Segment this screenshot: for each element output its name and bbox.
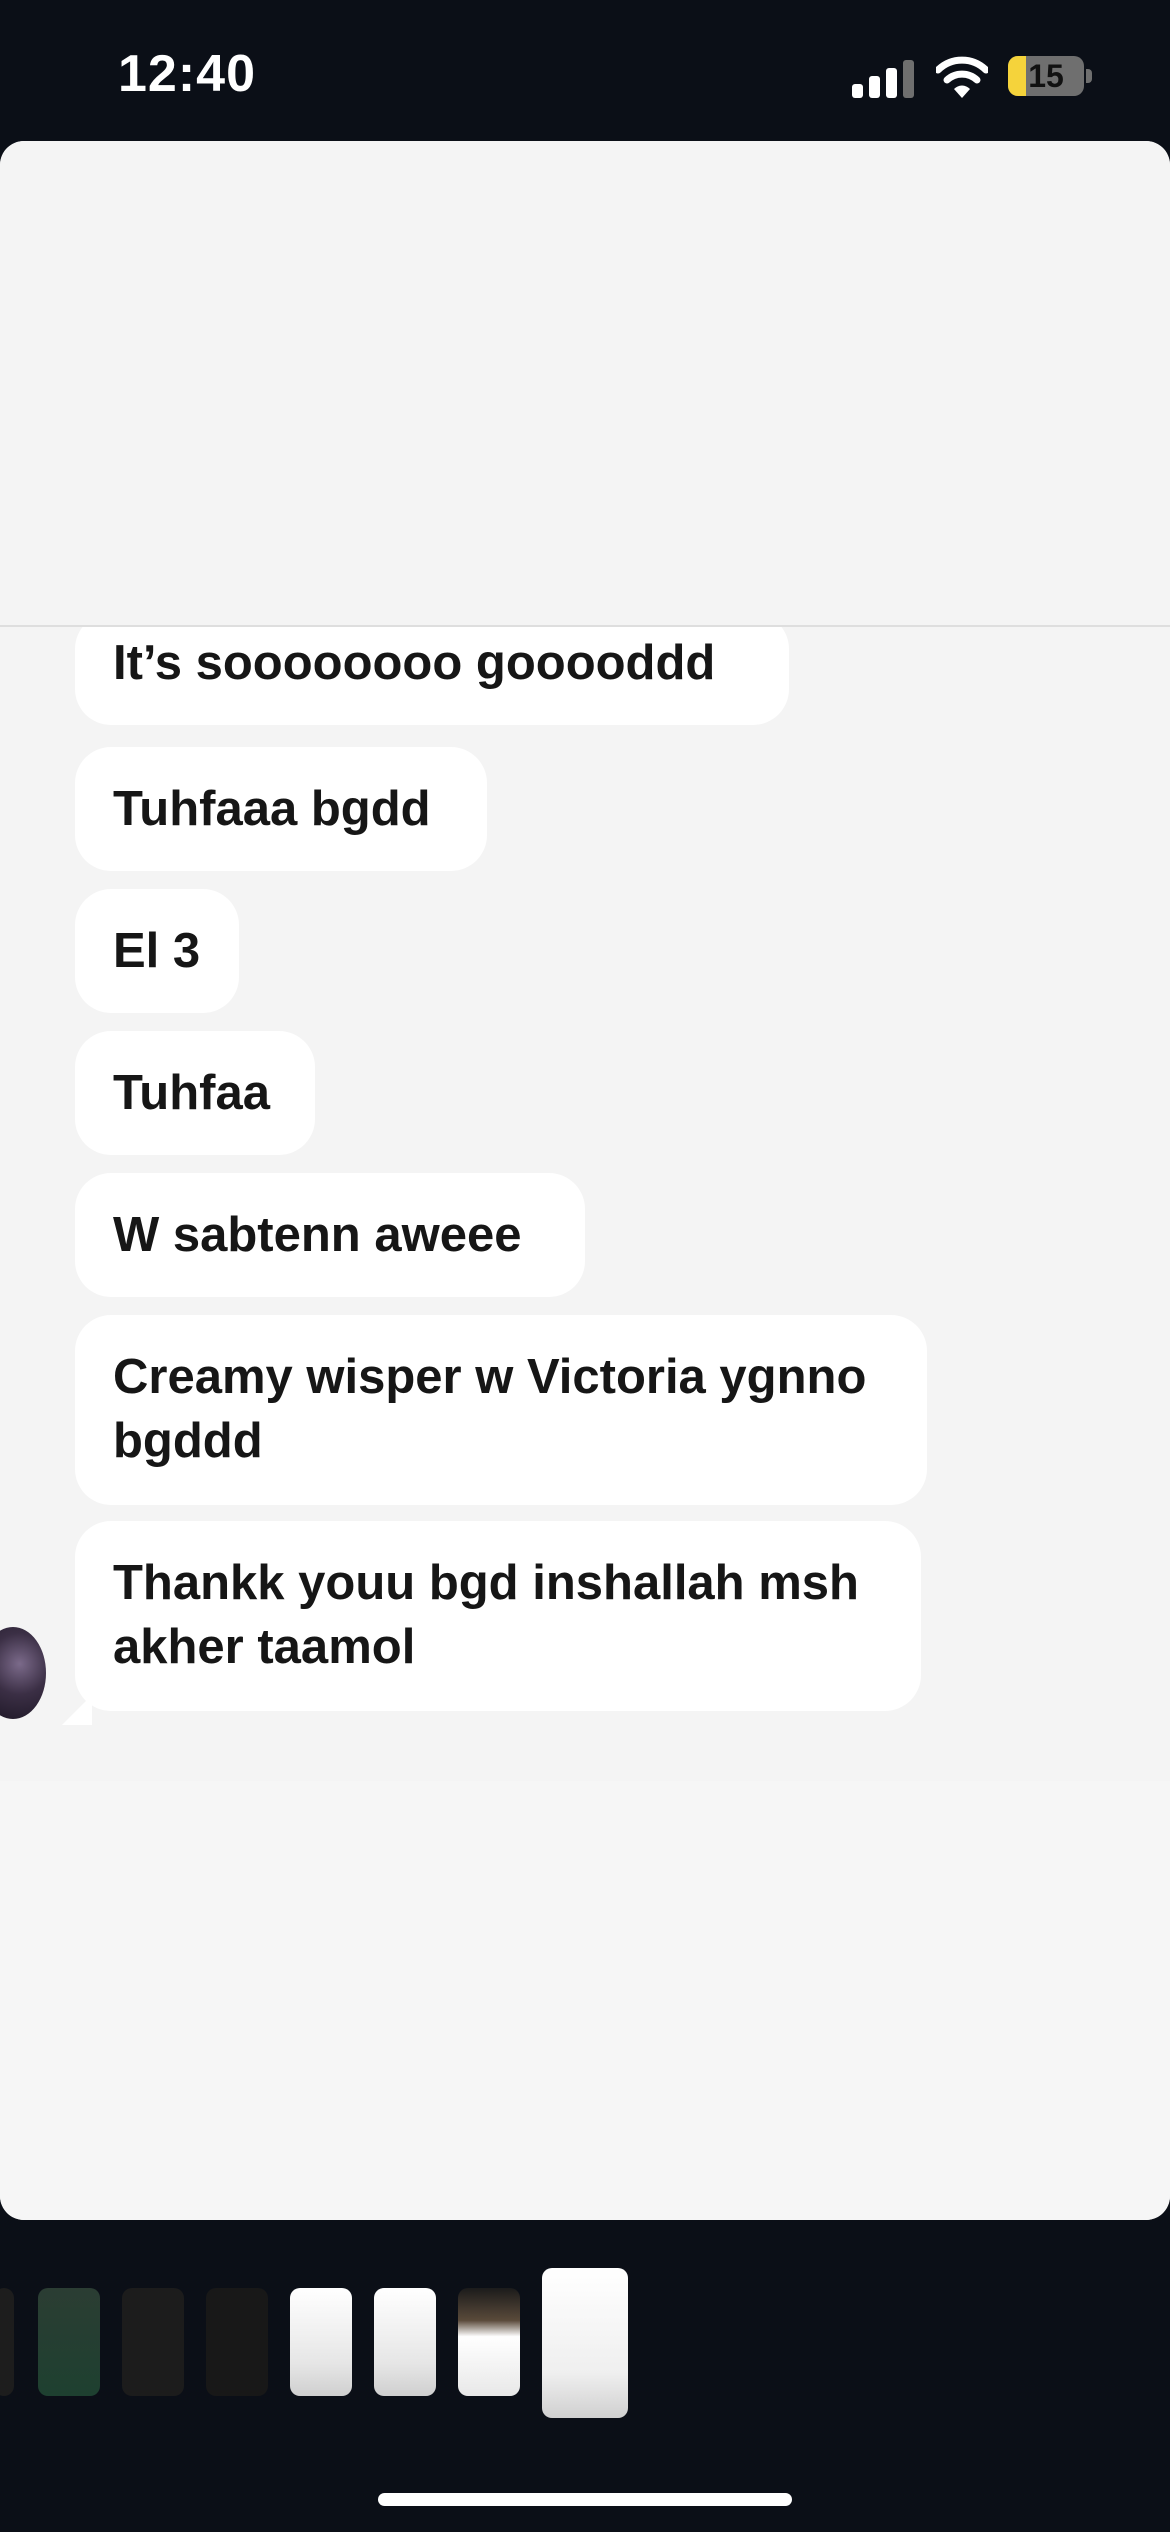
app-preview-card[interactable]: It’s soooooooo gooooddd Tuhfaaa bgdd El … (0, 141, 1170, 2220)
battery-level: 15 (1028, 58, 1064, 94)
message-text: W sabtenn aweee (113, 1208, 522, 1262)
bubble-tail (62, 1695, 92, 1725)
status-bar: 12:40 15 (0, 0, 1170, 140)
message-text: It’s soooooooo gooooddd (113, 636, 716, 690)
message-bubble[interactable]: It’s soooooooo gooooddd (75, 627, 789, 725)
app-thumbnail[interactable] (0, 2288, 14, 2396)
chat-thread[interactable]: It’s soooooooo gooooddd Tuhfaaa bgdd El … (0, 627, 1170, 1923)
app-thumbnail[interactable] (122, 2288, 184, 2396)
app-thumbnail[interactable] (206, 2288, 268, 2396)
app-switcher-thumbnails[interactable] (0, 2260, 1170, 2440)
app-thumbnail[interactable] (38, 2288, 100, 2396)
message-text: Tuhfaa (113, 1066, 270, 1120)
message-text: El 3 (113, 924, 201, 978)
home-indicator[interactable] (378, 2493, 792, 2506)
message-bubble[interactable]: Creamy wisper w Victoria ygnno bgddd (75, 1315, 927, 1505)
message-bubble[interactable]: Tuhfaa (75, 1031, 315, 1155)
message-text: Tuhfaaa bgdd (113, 782, 431, 836)
message-bubble[interactable]: Thankk youu bgd inshallah msh akher taam… (75, 1521, 921, 1711)
app-thumbnail[interactable] (290, 2288, 352, 2396)
message-text: Creamy wisper w Victoria ygnno bgddd (113, 1350, 867, 1468)
message-text: Thankk youu bgd inshallah msh akher taam… (113, 1556, 859, 1674)
wifi-icon (934, 54, 990, 100)
sender-avatar[interactable] (0, 1627, 46, 1719)
status-time: 12:40 (118, 45, 256, 103)
chat-header-area (0, 141, 1170, 625)
message-bubble[interactable]: Tuhfaaa bgdd (75, 747, 487, 871)
message-bubble[interactable]: W sabtenn aweee (75, 1173, 585, 1297)
message-bubble[interactable]: El 3 (75, 889, 239, 1013)
cellular-signal-icon (852, 58, 916, 98)
app-thumbnail-active[interactable] (542, 2268, 628, 2418)
battery-icon: 15 (1008, 56, 1092, 96)
app-thumbnail[interactable] (458, 2288, 520, 2396)
app-thumbnail[interactable] (374, 2288, 436, 2396)
lower-blank-area (0, 1781, 1170, 2220)
